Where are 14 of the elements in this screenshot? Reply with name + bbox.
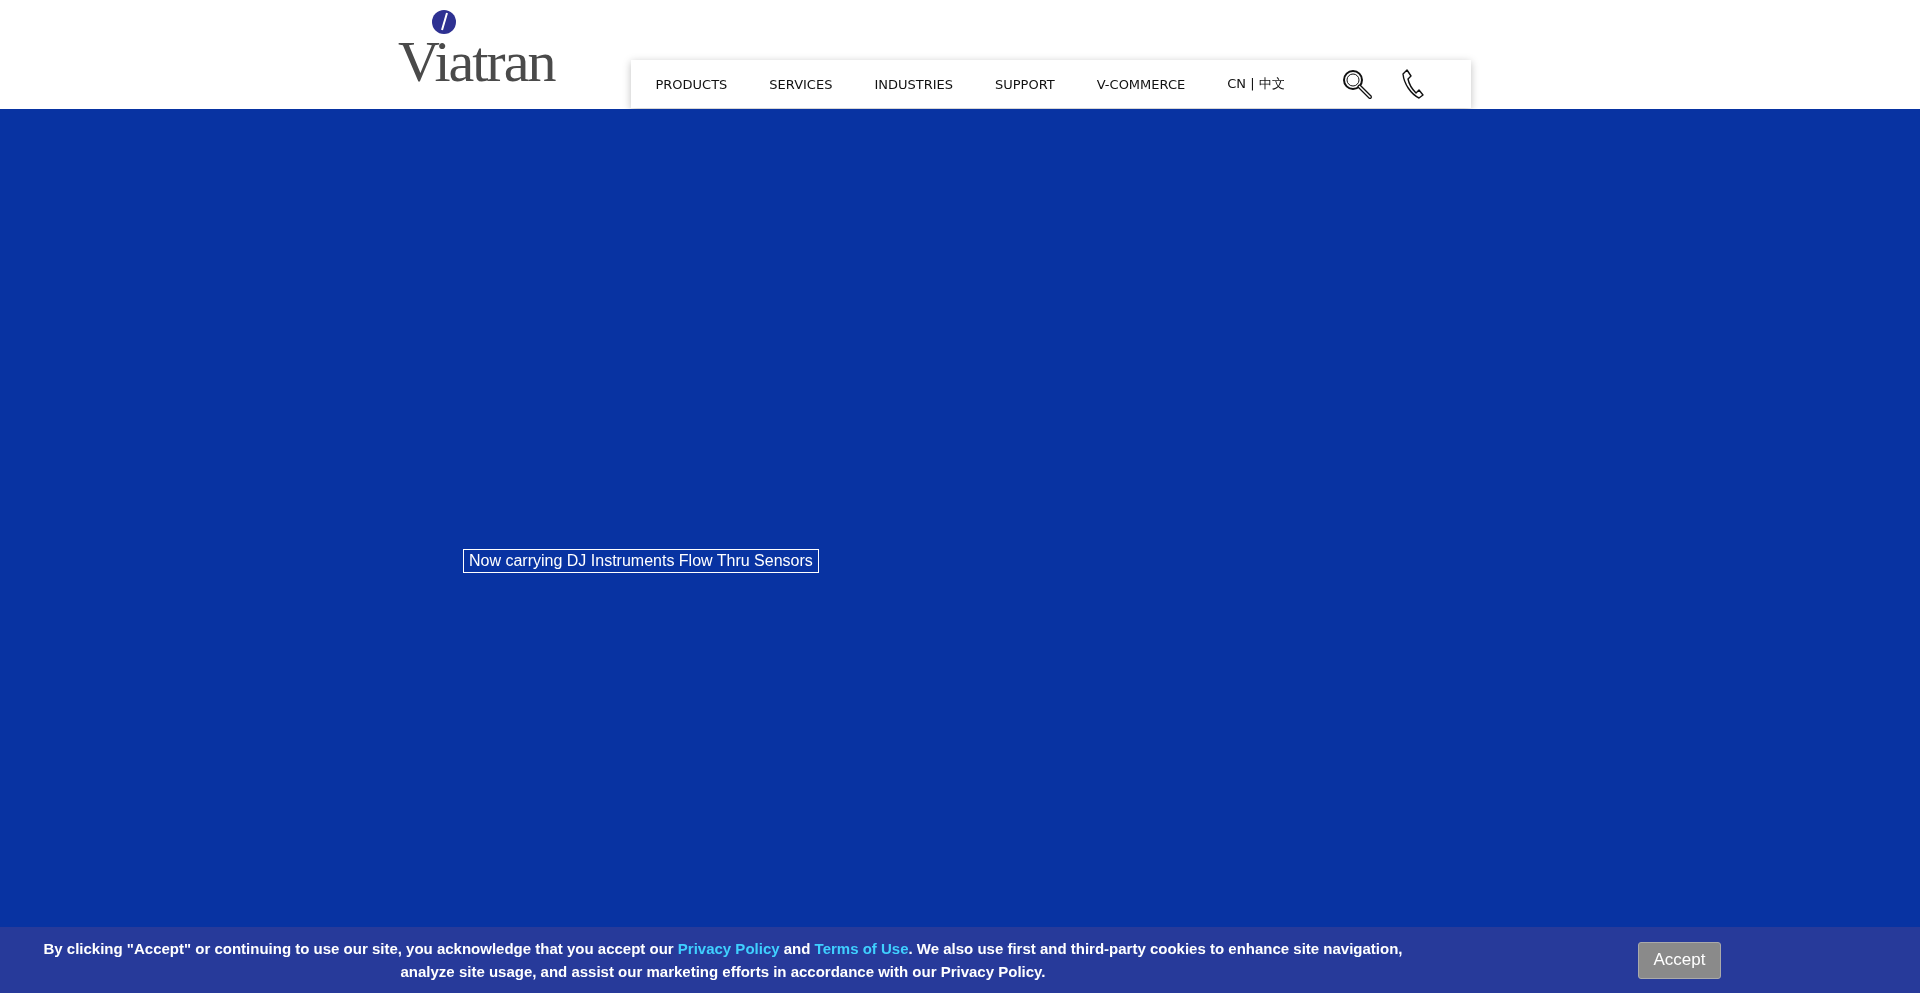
nav-link[interactable]: SUPPORT <box>995 76 1055 92</box>
hero-link[interactable]: Now carrying DJ Instruments Flow Thru Sensors <box>463 549 819 573</box>
logo-dot-icon <box>432 10 456 34</box>
nav-link[interactable]: V-COMMERCE <box>1096 76 1186 92</box>
terms-link[interactable]: Terms of Use <box>814 940 909 957</box>
viatran-logo[interactable]: Viatran <box>398 0 555 90</box>
cookie-notice: By clicking "Accept" or continuing to use our site, you acknowledge that you accept our Privacy Policy and Terms of Use. We also use first and third-party cookies to enhance site navigation, analyze site usage, and assist our marketing efforts in accordance with our Privacy Policy. <box>42 939 1404 982</box>
nav-link[interactable]: SERVICES <box>769 76 833 92</box>
phone-icon[interactable] <box>1400 68 1425 100</box>
nav-link[interactable]: INDUSTRIES <box>874 76 953 92</box>
search-icon[interactable] <box>1340 68 1373 100</box>
nav-link[interactable]: CN | 中文 <box>1227 75 1285 93</box>
privacy-policy-link[interactable]: Privacy Policy <box>677 940 780 957</box>
nav-link[interactable]: PRODUCTS <box>655 76 728 92</box>
